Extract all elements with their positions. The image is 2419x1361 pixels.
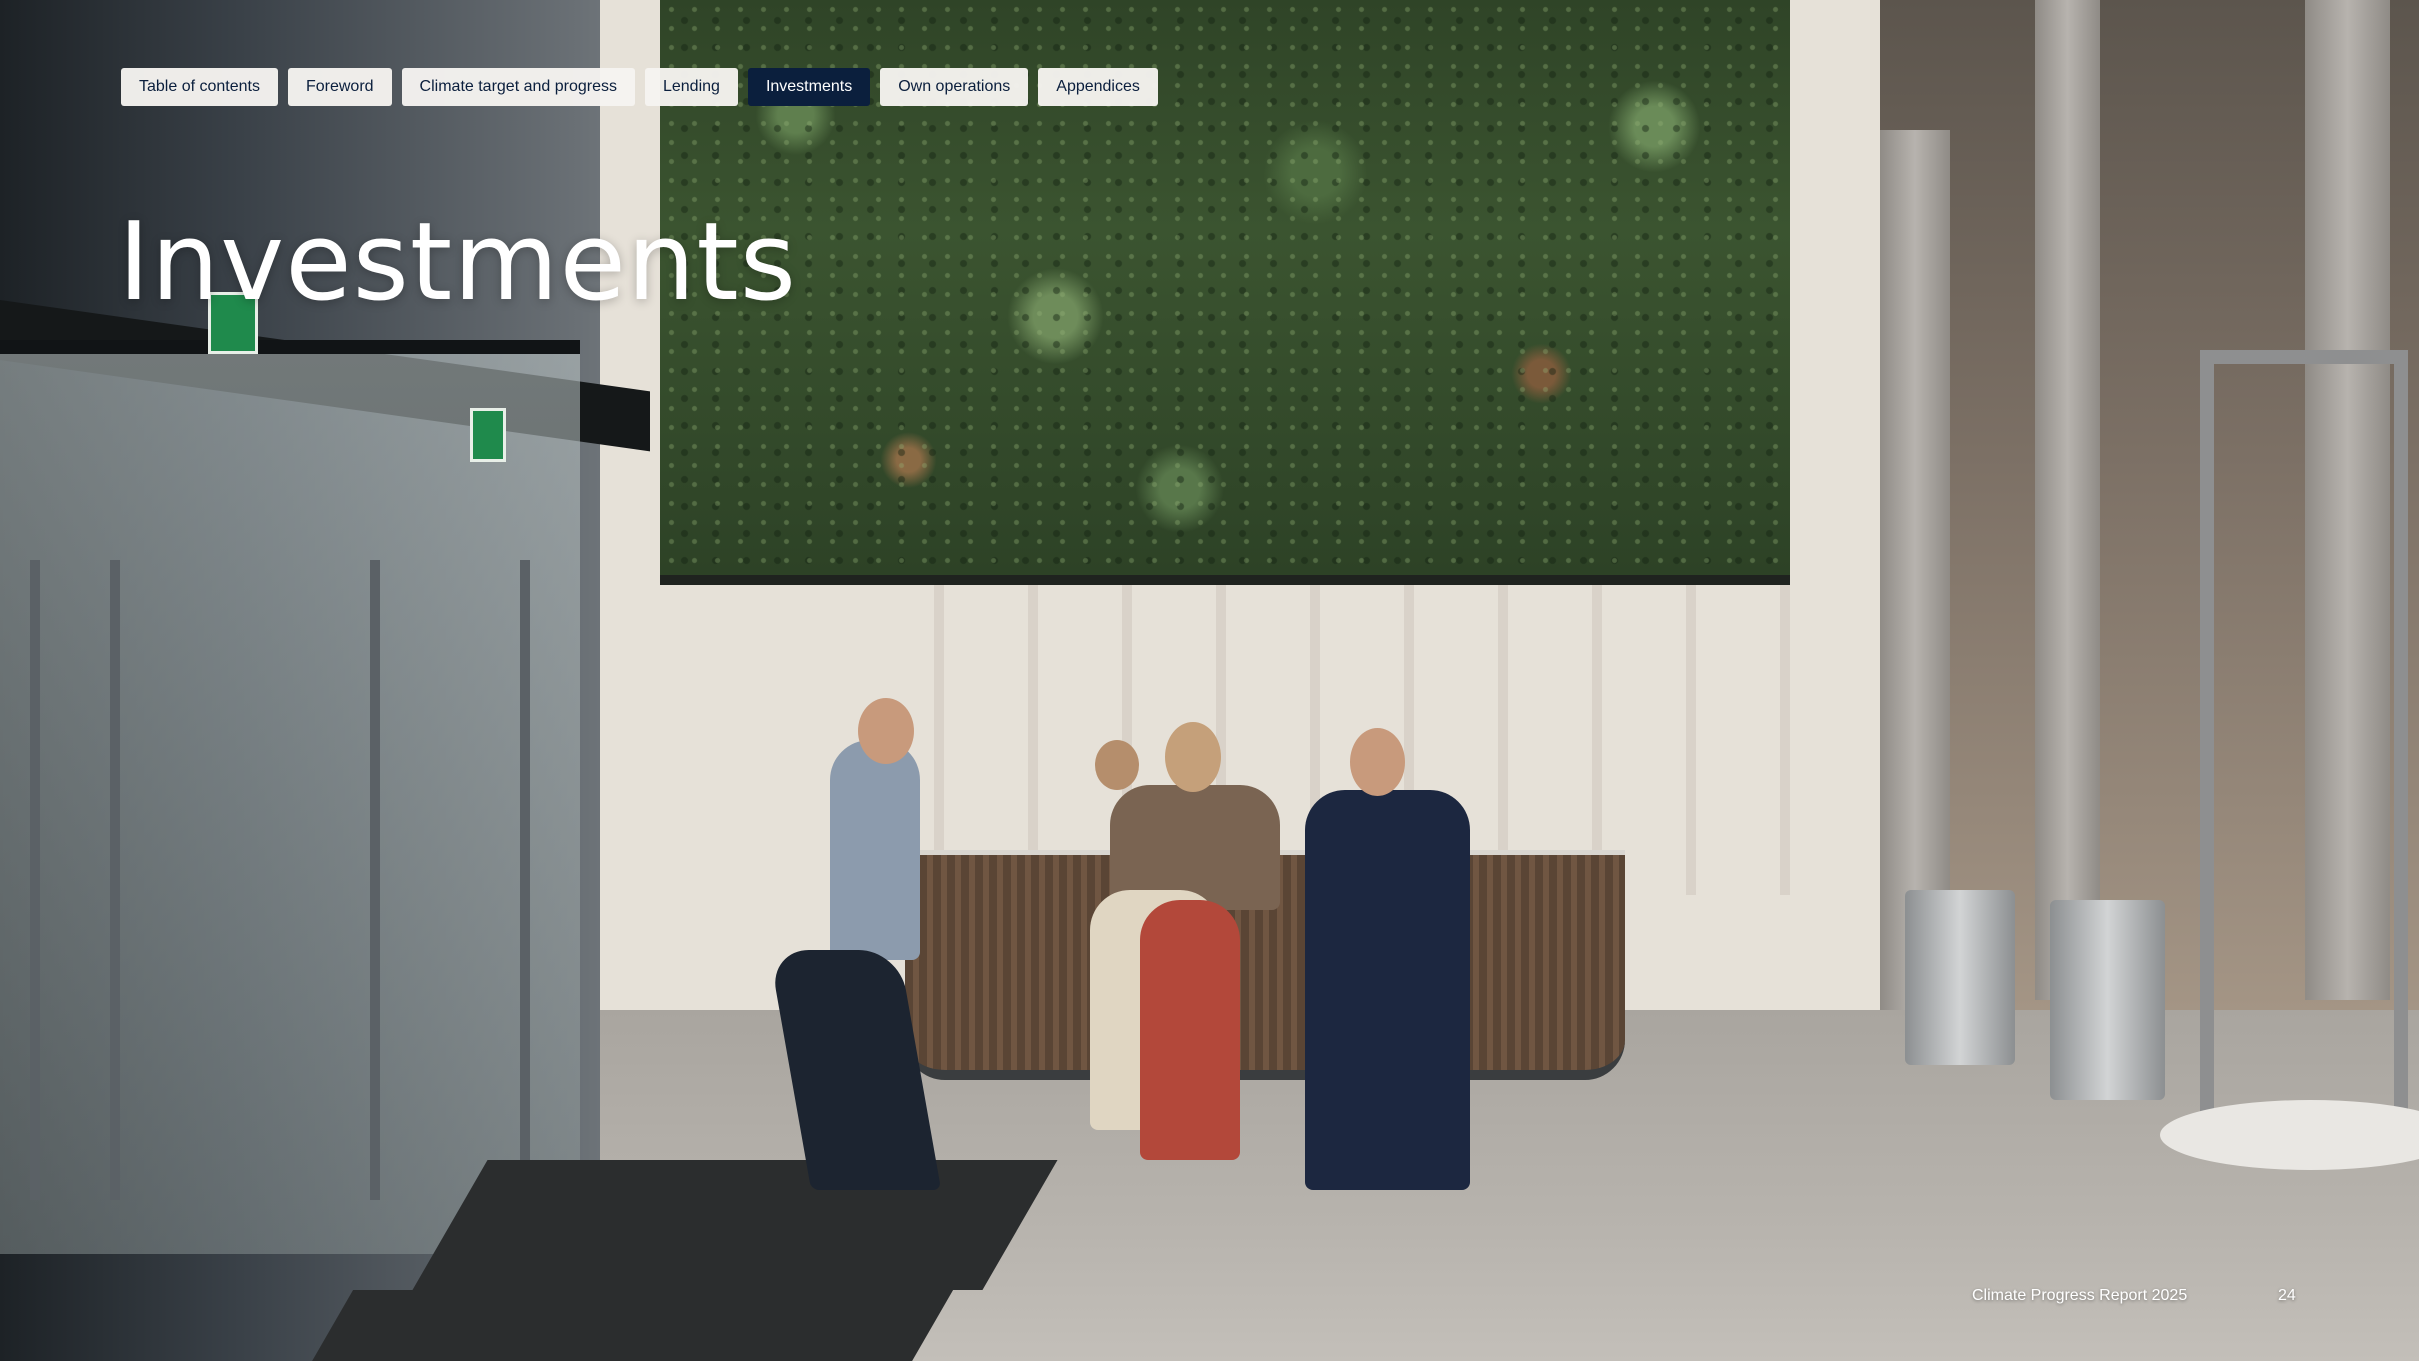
photo-floor-mat [412, 1160, 1058, 1290]
photo-person [1305, 790, 1470, 1190]
nav-tab-foreword[interactable]: Foreword [287, 68, 392, 106]
photo-turnstile [1905, 890, 2015, 1065]
photo-person-head [1165, 722, 1221, 792]
photo-door-frame [520, 560, 530, 1200]
photo-door-frame [370, 560, 380, 1200]
nav-tab-own-operations[interactable]: Own operations [880, 68, 1029, 106]
photo-person-head [1095, 740, 1139, 790]
nav-tab-table-of-contents[interactable]: Table of contents [121, 68, 278, 106]
photo-pillar [2035, 0, 2100, 1000]
nav-tab-climate-target-and-progress[interactable]: Climate target and progress [401, 68, 635, 106]
report-name: Climate Progress Report 2025 [1972, 1287, 2188, 1304]
photo-glass-doors [0, 340, 580, 1254]
nav-tab-investments[interactable]: Investments [747, 68, 871, 106]
photo-turnstile [2050, 900, 2165, 1100]
photo-person-head [1350, 728, 1405, 796]
section-nav: Table of contents Foreword Climate targe… [121, 68, 1158, 106]
page-title: Investments [118, 200, 797, 325]
nav-tab-lending[interactable]: Lending [644, 68, 738, 106]
photo-door-frame [110, 560, 120, 1200]
photo-sculpture [2200, 350, 2408, 1158]
nav-tab-appendices[interactable]: Appendices [1038, 68, 1158, 106]
photo-floor-mat [306, 1290, 954, 1361]
photo-door-frame [30, 560, 40, 1200]
report-page: Table of contents Foreword Climate targe… [0, 0, 2419, 1361]
page-number: 24 [2278, 1287, 2296, 1304]
photo-person-head [858, 698, 914, 764]
exit-sign-icon [470, 408, 506, 462]
photo-person [830, 740, 920, 960]
photo-person [1140, 900, 1240, 1160]
